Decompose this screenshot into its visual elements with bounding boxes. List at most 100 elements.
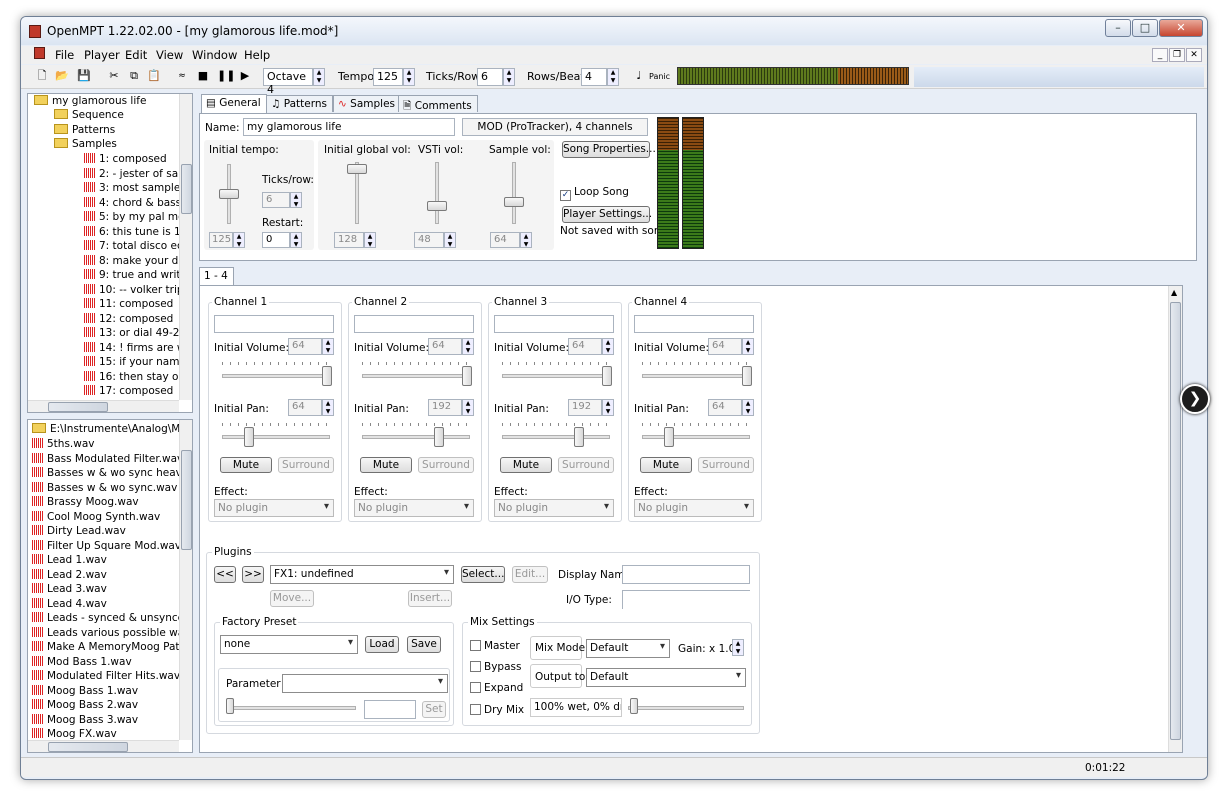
- tree-sequence[interactable]: Sequence: [54, 109, 124, 121]
- scroll-up-icon[interactable]: ▲: [1171, 288, 1177, 297]
- pan-slider[interactable]: [664, 427, 674, 447]
- pan-slider-track[interactable]: [502, 435, 610, 439]
- tempo-spinner[interactable]: ▲ ▼: [403, 68, 415, 86]
- tree-sample-item[interactable]: 14: ! firms are we: [84, 341, 192, 354]
- song-name-input[interactable]: my glamorous life: [243, 118, 455, 136]
- tree-sample-item[interactable]: 8: make your dre: [84, 254, 189, 267]
- volume-slider-track[interactable]: [222, 374, 330, 378]
- gain-spinner[interactable]: ▲ ▼: [732, 639, 744, 656]
- wet-dry-slider[interactable]: [630, 698, 638, 714]
- pan-spinner[interactable]: ▲ ▼: [322, 399, 334, 416]
- tree-sample-item[interactable]: 5: by my pal mo: [84, 211, 185, 223]
- tab-channels-1-4[interactable]: 1 - 4: [199, 267, 234, 286]
- sample-vol-spinner[interactable]: ▲ ▼: [520, 232, 532, 248]
- ticks-field[interactable]: 6: [477, 68, 503, 86]
- sample-vol-field[interactable]: 64: [490, 232, 520, 248]
- vsti-vol-field[interactable]: 48: [414, 232, 444, 248]
- volume-spinner[interactable]: ▲ ▼: [322, 338, 334, 355]
- display-name-input[interactable]: [622, 565, 750, 584]
- tab-general[interactable]: ▤ General: [201, 94, 267, 113]
- scroll-thumb[interactable]: [48, 742, 128, 752]
- volume-slider-track[interactable]: [642, 374, 750, 378]
- scroll-thumb[interactable]: [181, 164, 192, 214]
- menu-edit[interactable]: Edit: [125, 48, 147, 62]
- file-item[interactable]: Leads various possible wavef: [32, 626, 192, 639]
- tempo-field[interactable]: 125: [209, 232, 233, 248]
- pan-slider[interactable]: [434, 427, 444, 447]
- pan-spinner[interactable]: ▲ ▼: [602, 399, 614, 416]
- tree-sample-item[interactable]: 15: if your name i: [84, 356, 192, 368]
- menu-file[interactable]: File: [55, 48, 74, 62]
- pan-field[interactable]: 192: [428, 399, 462, 416]
- volume-field[interactable]: 64: [568, 338, 602, 355]
- param-slider[interactable]: [226, 698, 234, 714]
- close-button[interactable]: ✕: [1159, 19, 1203, 37]
- pan-slider-track[interactable]: [642, 435, 750, 439]
- volume-slider-track[interactable]: [502, 374, 610, 378]
- file-item[interactable]: Make A MemoryMoog Patch.: [32, 641, 192, 653]
- file-item[interactable]: Bass Modulated Filter.wav: [32, 452, 183, 465]
- chevron-right-icon[interactable]: ❯: [1180, 384, 1210, 414]
- tree-sample-item[interactable]: 11: composed: [84, 298, 173, 310]
- tab-comments[interactable]: 🗎 Comments: [398, 95, 478, 112]
- pan-field[interactable]: 64: [708, 399, 742, 416]
- file-item[interactable]: Lead 4.wav: [32, 597, 107, 610]
- ticks-spinner[interactable]: ▲ ▼: [290, 192, 302, 208]
- cut-icon[interactable]: ✂: [107, 69, 121, 83]
- set-param-button[interactable]: Set: [422, 701, 446, 718]
- restart-field[interactable]: 0: [262, 232, 290, 248]
- global-vol-field[interactable]: 128: [334, 232, 364, 248]
- tempo-spinner[interactable]: ▲ ▼: [233, 232, 245, 248]
- volume-spinner[interactable]: ▲ ▼: [602, 338, 614, 355]
- parameter-dropdown[interactable]: [282, 674, 448, 693]
- loop-song-checkbox[interactable]: ✓ Loop Song: [560, 186, 629, 201]
- pan-field[interactable]: 192: [568, 399, 602, 416]
- tree-sample-item[interactable]: 7: total disco ec:: [84, 240, 186, 252]
- channel-name-input[interactable]: [634, 315, 754, 333]
- file-item[interactable]: Leads - synced & unsynced.w: [32, 612, 192, 624]
- next-plugin-button[interactable]: >>: [242, 566, 264, 583]
- panic-button[interactable]: Panic: [649, 72, 670, 81]
- effect-plugin-dropdown[interactable]: No plugin: [494, 499, 614, 517]
- save-icon[interactable]: 💾: [77, 69, 91, 83]
- mix-mode-dropdown[interactable]: Default: [586, 639, 670, 658]
- tree-root[interactable]: my glamorous life: [34, 95, 146, 107]
- surround-button[interactable]: Surround: [418, 457, 474, 473]
- file-item[interactable]: Lead 1.wav: [32, 554, 107, 566]
- metronome-icon[interactable]: ♩: [632, 69, 646, 83]
- tree-patterns[interactable]: Patterns: [54, 124, 115, 136]
- global-vol-slider[interactable]: [347, 164, 367, 174]
- volume-field[interactable]: 64: [708, 338, 742, 355]
- browser-path[interactable]: E:\Instrumente\Analog\Moog: [32, 423, 192, 435]
- vsti-vol-track[interactable]: [435, 162, 439, 224]
- bypass-checkbox[interactable]: Bypass: [470, 661, 521, 673]
- rows-field[interactable]: 4: [581, 68, 607, 86]
- global-vol-spinner[interactable]: ▲ ▼: [364, 232, 376, 248]
- mdi-close-button[interactable]: ✕: [1186, 48, 1202, 62]
- tree-sample-item[interactable]: 10: -- volker trip: [84, 283, 184, 296]
- channels-vscrollbar[interactable]: ▲: [1168, 286, 1182, 752]
- effect-plugin-dropdown[interactable]: No plugin: [634, 499, 754, 517]
- waveform-icon[interactable]: ≈: [175, 69, 189, 83]
- file-item[interactable]: Brassy Moog.wav: [32, 496, 139, 508]
- volume-spinner[interactable]: ▲ ▼: [462, 338, 474, 355]
- new-icon[interactable]: 🗋: [35, 69, 49, 83]
- sample-vol-track[interactable]: [512, 162, 516, 224]
- tree-sample-item[interactable]: 4: chord & bass: [84, 196, 181, 209]
- pan-slider[interactable]: [244, 427, 254, 447]
- scroll-thumb[interactable]: [181, 450, 192, 550]
- channel-name-input[interactable]: [214, 315, 334, 333]
- mute-button[interactable]: Mute: [500, 457, 552, 473]
- pan-slider-track[interactable]: [222, 435, 330, 439]
- tab-samples[interactable]: ∿ Samples: [333, 95, 401, 112]
- vsti-vol-spinner[interactable]: ▲ ▼: [444, 232, 456, 248]
- tree-sample-item[interactable]: 16: then stay ou: [84, 370, 185, 383]
- minimize-button[interactable]: –: [1105, 19, 1131, 37]
- pan-spinner[interactable]: ▲ ▼: [462, 399, 474, 416]
- file-item[interactable]: Lead 3.wav: [32, 583, 107, 595]
- vsti-vol-slider[interactable]: [427, 201, 447, 211]
- file-item[interactable]: Dirty Lead.wav: [32, 525, 126, 537]
- volume-slider[interactable]: [742, 366, 752, 386]
- pan-field[interactable]: 64: [288, 399, 322, 416]
- file-item[interactable]: Moog Bass 1.wav: [32, 684, 138, 697]
